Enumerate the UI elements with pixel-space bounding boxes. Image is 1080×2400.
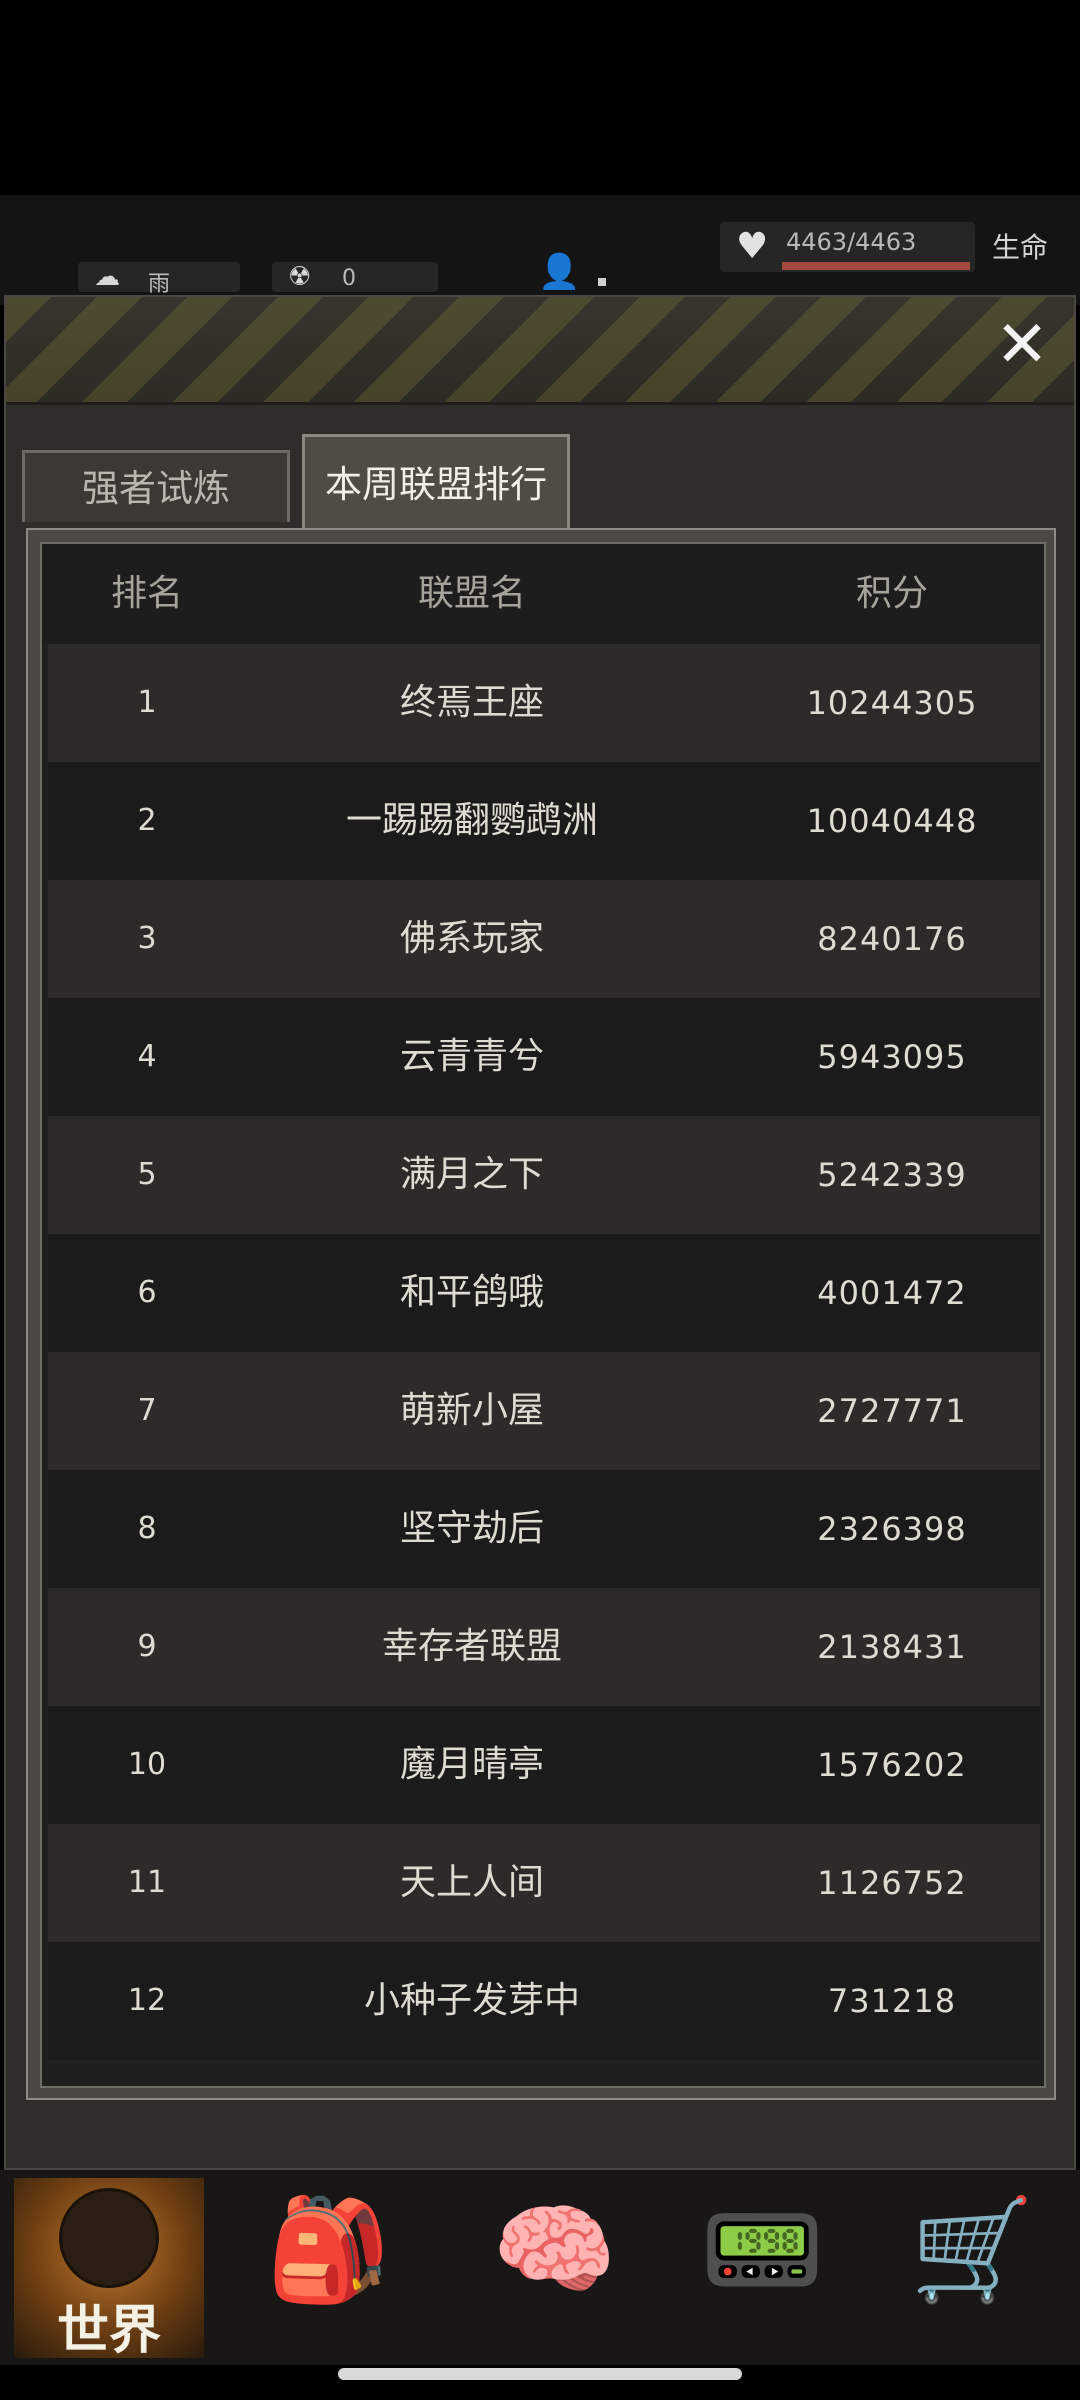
cell-name: 一踢踢翻鹦鹉洲	[345, 800, 598, 841]
heart-icon: ♥	[736, 226, 769, 267]
radiation-icon: ☢	[288, 262, 312, 292]
cell-rank: 8	[137, 1511, 157, 1546]
table-row: 2 一踢踢翻鹦鹉洲 10040448	[48, 762, 1040, 880]
life-value: 4463/4463	[786, 228, 917, 256]
tab-trial[interactable]: 强者试炼	[22, 450, 290, 522]
cell-name: 天上人间	[399, 1862, 544, 1903]
weather-indicator: ☁ 雨	[78, 262, 240, 297]
cell-name: 和平鸽哦	[399, 1272, 544, 1313]
radiation-value: 0	[342, 266, 356, 291]
cell-rank: 5	[137, 1157, 157, 1192]
close-button[interactable]: ✕	[992, 313, 1052, 377]
cell-rank: 10	[127, 1747, 167, 1782]
cell-rank: 12	[127, 1983, 167, 2018]
table-row: 11 天上人间 1126752	[48, 1824, 1040, 1942]
tab-weekly-alliance-ranking[interactable]: 本周联盟排行	[302, 434, 570, 528]
header-rank: 排名	[110, 573, 183, 614]
table-row: 6 和平鸽哦 4001472	[48, 1234, 1040, 1352]
table-row: 8 坚守劫后 2326398	[48, 1470, 1040, 1588]
cloud-rain-icon: ☁	[94, 262, 120, 292]
table-row: 9 幸存者联盟 2138431	[48, 1588, 1040, 1706]
radio-icon[interactable]: 📟	[700, 2180, 825, 2320]
cell-name: 幸存者联盟	[381, 1626, 562, 1667]
nav-world-button[interactable]: 世界	[14, 2178, 204, 2361]
cell-score: 8240176	[817, 920, 967, 958]
nav-world-label: 世界	[56, 2301, 161, 2361]
ranking-table[interactable]: 排名 联盟名 积分 1 终焉王座 10244305 2 一踢踢翻鹦鹉洲 10040448 3…	[40, 542, 1046, 2088]
table-row: 10 魔月晴亭 1576202	[48, 1706, 1040, 1824]
weather-label: 雨	[148, 272, 171, 297]
cell-rank: 6	[137, 1275, 157, 1310]
cell-score: 5943095	[817, 1038, 967, 1076]
cell-score: 1126752	[817, 1864, 967, 1902]
cell-rank: 4	[137, 1039, 157, 1074]
cell-name: 魔月晴亭	[399, 1744, 544, 1785]
cell-name: 坚守劫后	[399, 1508, 544, 1549]
table-header: 排名 联盟名 积分	[42, 544, 1044, 644]
cell-name: 萌新小屋	[399, 1390, 544, 1431]
modal-header	[6, 297, 1074, 405]
cell-score: 2326398	[817, 1510, 967, 1548]
life-bar	[782, 262, 970, 270]
radiation-indicator: ☢ 0	[272, 262, 438, 292]
cart-icon[interactable]: 🛒	[910, 2180, 1035, 2320]
cell-score: 2138431	[817, 1628, 967, 1666]
cell-rank: 11	[127, 1865, 167, 1900]
cell-name: 佛系玩家	[399, 918, 544, 959]
backpack-icon[interactable]: 🎒	[266, 2180, 391, 2320]
cell-score: 4001472	[817, 1274, 967, 1312]
table-row: 3 佛系玩家 8240176	[48, 880, 1040, 998]
cell-rank: 7	[137, 1393, 157, 1428]
cell-score: 731218	[827, 1982, 957, 2020]
cell-name: 小种子发芽中	[363, 1980, 580, 2021]
table-row: 12 小种子发芽中 731218	[48, 1942, 1040, 2060]
cell-score: 5242339	[817, 1156, 967, 1194]
cell-name: 终焉王座	[399, 682, 544, 723]
life-label: 生命	[992, 231, 1049, 264]
home-indicator	[338, 2368, 742, 2380]
head-gears-icon[interactable]: 🧠	[492, 2180, 617, 2320]
cell-score: 10244305	[806, 684, 978, 722]
cell-name: 满月之下	[399, 1154, 544, 1195]
cell-name: 云青青兮	[399, 1036, 544, 1077]
cell-score: 2727771	[817, 1392, 967, 1430]
table-row: 5 满月之下 5242339	[48, 1116, 1040, 1234]
close-icon: ✕	[995, 308, 1049, 382]
life-bar-fill	[782, 262, 970, 270]
table-row: 4 云青青兮 5943095	[48, 998, 1040, 1116]
ranking-table-frame: 排名 联盟名 积分 1 终焉王座 10244305 2 一踢踢翻鹦鹉洲 10040448 3…	[26, 528, 1056, 2100]
cell-rank: 2	[137, 803, 157, 838]
cell-rank: 9	[137, 1629, 157, 1664]
globe-icon	[59, 2188, 159, 2288]
header-alliance-name: 联盟名	[417, 573, 526, 614]
cell-rank: 1	[137, 685, 157, 720]
cell-rank: 3	[137, 921, 157, 956]
table-row: 1 终焉王座 10244305	[48, 644, 1040, 762]
cell-score: 10040448	[806, 802, 978, 840]
cell-score: 1576202	[817, 1746, 967, 1784]
table-row: 7 萌新小屋 2727771	[48, 1352, 1040, 1470]
person-indicator-dot	[598, 278, 606, 286]
person-icon: 👤	[538, 252, 581, 292]
header-score: 积分	[855, 573, 928, 614]
